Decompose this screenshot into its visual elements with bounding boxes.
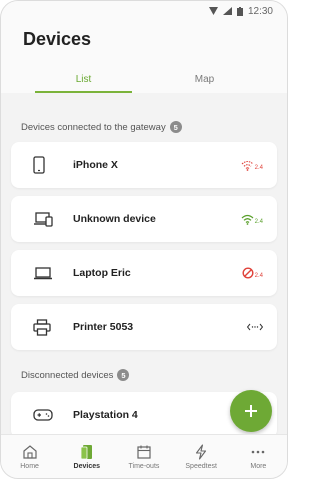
- status-bar: 12:30: [1, 1, 287, 21]
- wifi-strong-icon: [241, 214, 254, 225]
- wifi-status-icon: [208, 7, 218, 15]
- devices-icon: [33, 211, 55, 227]
- band-label: 2.4: [254, 164, 263, 171]
- nav-speedtest[interactable]: Speedtest: [176, 443, 226, 470]
- nav-label: Home: [20, 462, 39, 470]
- calendar-icon: [137, 445, 151, 459]
- nav-more[interactable]: More: [233, 444, 283, 470]
- connection-status: [247, 323, 263, 331]
- lightning-icon: [196, 443, 207, 460]
- connection-status: 2.4: [241, 214, 263, 225]
- connected-section-label: Devices connected to the gateway: [21, 121, 166, 133]
- blocked-icon: [242, 267, 254, 279]
- more-icon: [252, 450, 265, 453]
- devices-nav-icon: [80, 444, 92, 459]
- nav-home[interactable]: Home: [5, 444, 55, 470]
- plus-icon: [245, 405, 257, 417]
- home-icon: [22, 444, 37, 459]
- connection-status: 2.4: [242, 267, 263, 279]
- disconnected-section-header: Disconnected devices 5: [1, 358, 287, 392]
- device-card-laptop-eric[interactable]: Laptop Eric 2.4: [11, 250, 277, 296]
- connection-status: 2.4: [241, 160, 263, 171]
- band-label: 2.4: [254, 273, 263, 279]
- signal-status-icon: [222, 7, 232, 15]
- wifi-weak-icon: [241, 160, 254, 171]
- nav-label: More: [250, 462, 267, 470]
- tab-list[interactable]: List: [23, 67, 144, 93]
- nav-label: Devices: [73, 462, 101, 470]
- battery-status-icon: [236, 6, 243, 16]
- nav-label: Time-outs: [128, 462, 160, 470]
- connected-count-badge: 5: [169, 121, 182, 133]
- band-label: 2.4: [254, 218, 263, 225]
- bottom-nav: Home Devices Time-outs Speedtest More: [1, 434, 287, 478]
- nav-time-outs[interactable]: Time-outs: [119, 444, 169, 470]
- device-name: Unknown device: [73, 213, 156, 225]
- status-time: 12:30: [247, 5, 273, 17]
- nav-label: Speedtest: [185, 462, 217, 470]
- laptop-icon: [33, 266, 55, 280]
- header: Devices List Map: [1, 21, 287, 93]
- printer-icon: [33, 318, 55, 336]
- device-name: iPhone X: [73, 159, 118, 171]
- device-card-unknown-device[interactable]: Unknown device 2.4: [11, 196, 277, 242]
- nav-devices[interactable]: Devices: [62, 444, 112, 470]
- device-name: Printer 5053: [73, 321, 134, 333]
- device-name: Laptop Eric: [73, 267, 131, 279]
- phone-screen: 12:30 Devices List Map Devices connected…: [0, 0, 288, 479]
- page-title: Devices: [23, 29, 92, 49]
- tab-bar: List Map: [23, 67, 265, 93]
- disconnected-section-label: Disconnected devices: [21, 369, 114, 381]
- device-card-iphone-x[interactable]: iPhone X 2.4: [11, 142, 277, 188]
- gamepad-icon: [33, 408, 55, 422]
- disconnected-count-badge: 5: [117, 369, 130, 381]
- device-card-printer-5053[interactable]: Printer 5053: [11, 304, 277, 350]
- tab-map[interactable]: Map: [144, 67, 265, 93]
- ethernet-icon: [247, 323, 263, 331]
- connected-section-header: Devices connected to the gateway 5: [1, 112, 287, 142]
- add-device-button[interactable]: [230, 390, 272, 432]
- phone-icon: [33, 156, 55, 174]
